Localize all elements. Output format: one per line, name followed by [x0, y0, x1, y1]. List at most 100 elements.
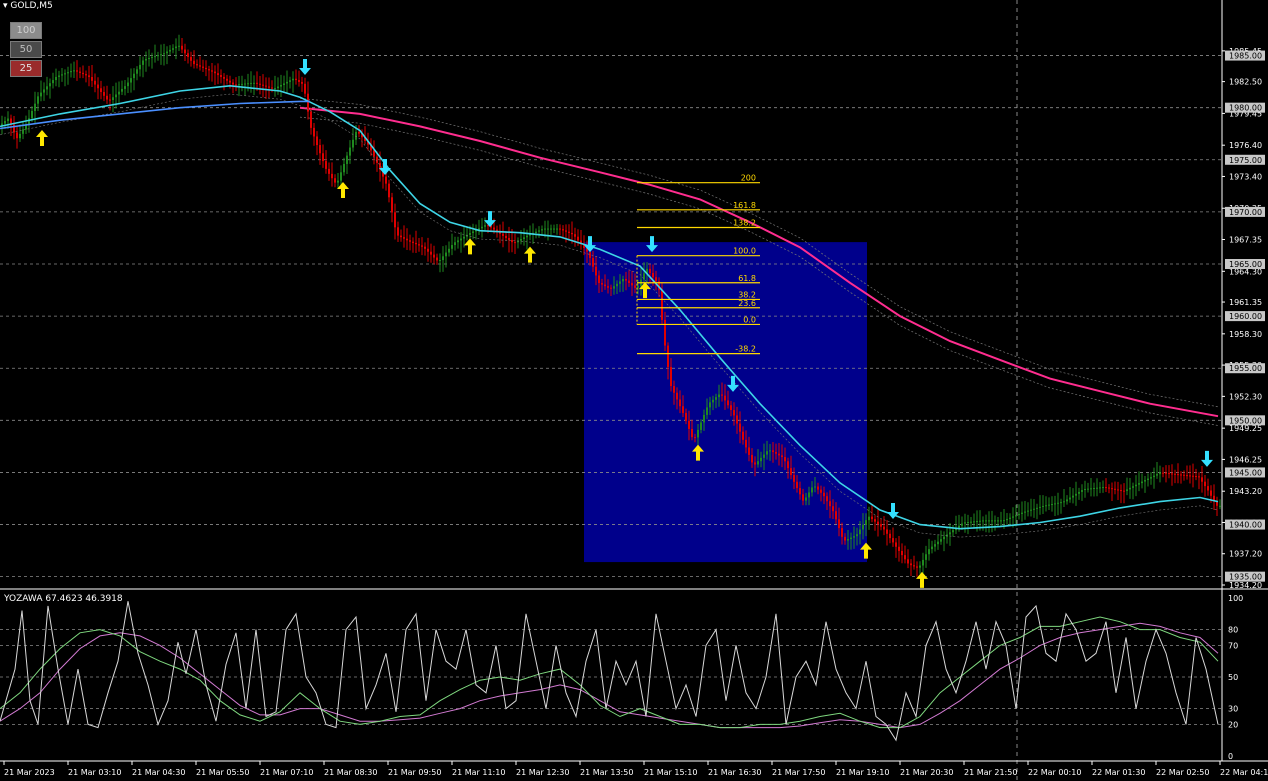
candle-body	[1153, 475, 1155, 478]
candle-body	[889, 533, 891, 539]
candle-body	[1201, 477, 1203, 482]
price-level-label: 1960.00	[1229, 312, 1262, 321]
candle-body	[199, 65, 201, 67]
candle-body	[265, 85, 267, 87]
candle-body	[790, 468, 792, 476]
fib-label: 0.0	[743, 315, 756, 324]
dropdown-triangle-icon[interactable]: ▾	[3, 1, 8, 11]
candle-body	[166, 51, 168, 54]
candle-body	[34, 103, 36, 111]
candle-body	[703, 414, 705, 423]
candle-body	[250, 82, 252, 84]
candle-body	[1051, 504, 1053, 506]
candle-body	[589, 251, 591, 258]
candle-body	[502, 233, 504, 236]
candle-body	[376, 156, 378, 163]
candle-body	[415, 242, 417, 245]
price-tick-label: 1946.25	[1229, 455, 1262, 464]
candle-body	[601, 283, 603, 285]
candle-body	[1048, 504, 1050, 506]
candle-body	[229, 80, 231, 83]
candle-body	[694, 437, 696, 439]
candle-body	[805, 497, 807, 501]
time-tick-label: 21 Mar 16:30	[708, 768, 761, 777]
candle-body	[1084, 488, 1086, 491]
time-tick-label: 21 Mar 03:10	[68, 768, 121, 777]
candle-body	[610, 287, 612, 289]
candle-body	[655, 277, 657, 282]
candle-body	[217, 73, 219, 76]
candle-body	[121, 88, 123, 92]
time-tick-label: 21 Mar 12:30	[516, 768, 569, 777]
candle-body	[934, 544, 936, 547]
candle-body	[163, 53, 165, 55]
candle-body	[652, 273, 654, 278]
candle-body	[181, 45, 183, 50]
candle-body	[238, 84, 240, 86]
candle-body	[394, 212, 396, 228]
candle-body	[718, 394, 720, 398]
candle-body	[664, 319, 666, 346]
osc-tick-label: 0	[1228, 752, 1233, 761]
candle-body	[403, 237, 405, 239]
price-tick-label: 1943.20	[1229, 487, 1262, 496]
candle-body	[1078, 491, 1080, 494]
candle-body	[184, 49, 186, 54]
time-tick-label: 21 Mar 15:10	[644, 768, 697, 777]
time-tick-label: 22 Mar 04:10	[1220, 768, 1268, 777]
candle-body	[949, 532, 951, 535]
candle-body	[967, 521, 969, 523]
tf-button-50[interactable]: 50	[10, 41, 42, 58]
candle-body	[670, 367, 672, 387]
candle-body	[397, 227, 399, 236]
candle-body	[901, 550, 903, 556]
candle-body	[775, 452, 777, 454]
candle-body	[607, 286, 609, 288]
candle-body	[541, 229, 543, 231]
candle-body	[493, 227, 495, 230]
candle-body	[778, 453, 780, 456]
candle-body	[148, 58, 150, 60]
price-level-label: 1965.00	[1229, 260, 1262, 269]
price-axis: 1985.451982.501979.451976.401973.401970.…	[1222, 0, 1268, 590]
candle-body	[685, 412, 687, 421]
candle-body	[832, 506, 834, 512]
candle-body	[433, 254, 435, 258]
candle-body	[409, 240, 411, 242]
candle-body	[625, 278, 627, 281]
candle-body	[454, 242, 456, 246]
candle-body	[388, 183, 390, 198]
candle-body	[1186, 475, 1188, 477]
fib-label: 23.6	[738, 299, 756, 308]
candle-body	[472, 231, 474, 234]
candle-body	[931, 546, 933, 550]
price-level-label: 1975.00	[1229, 156, 1262, 165]
candle-body	[43, 89, 45, 93]
candle-body	[643, 273, 645, 280]
candle-body	[1063, 501, 1065, 503]
chart-canvas[interactable]: 200161.8138.2100.061.838.223.60.0-38.2 1…	[0, 0, 1268, 781]
candle-body	[1015, 515, 1017, 517]
candle-body	[514, 242, 516, 244]
candle-body	[103, 92, 105, 96]
candle-body	[1168, 473, 1170, 475]
candle-body	[820, 489, 822, 493]
candle-body	[709, 402, 711, 408]
candle-body	[754, 462, 756, 465]
candle-body	[1018, 513, 1020, 516]
candle-body	[1093, 488, 1095, 490]
candle-body	[151, 57, 153, 59]
tf-button-25[interactable]: 25	[10, 60, 42, 77]
time-tick-label: 21 Mar 13:50	[580, 768, 633, 777]
candle-body	[220, 75, 222, 77]
price-tick-label: 1937.20	[1229, 550, 1262, 559]
candle-body	[1177, 474, 1179, 476]
candle-body	[292, 78, 294, 81]
candle-body	[784, 457, 786, 462]
candle-body	[622, 278, 624, 282]
time-tick-label: 21 Mar 05:50	[196, 768, 249, 777]
candle-body	[865, 520, 867, 525]
candle-body	[760, 457, 762, 462]
candle-body	[577, 236, 579, 241]
tf-button-100[interactable]: 100	[10, 22, 42, 39]
